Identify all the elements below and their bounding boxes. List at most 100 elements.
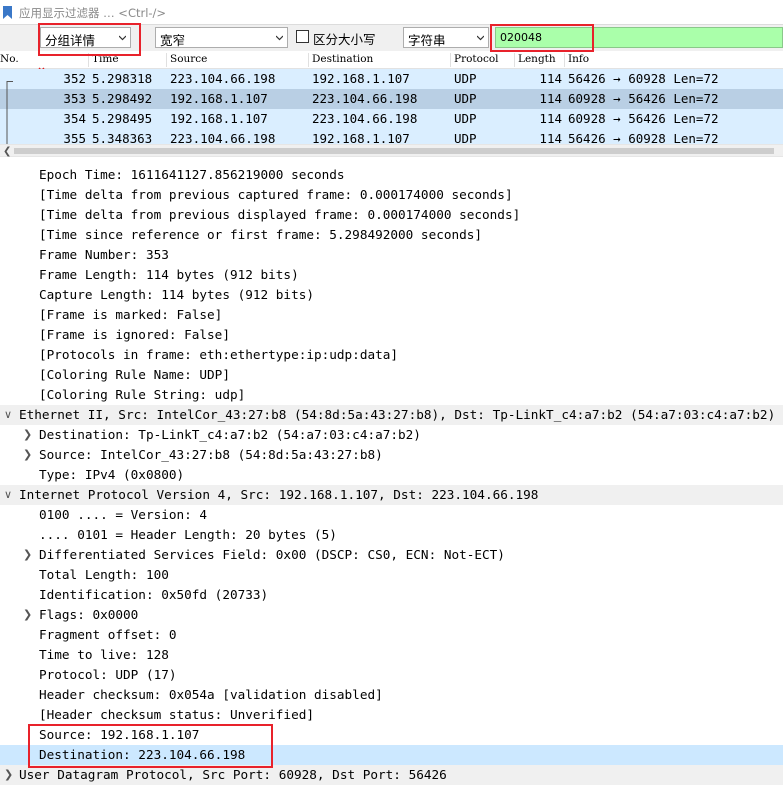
detail-row[interactable]: Identification: 0x50fd (20733) bbox=[0, 585, 783, 605]
detail-row[interactable]: ❯ Flags: 0x0000 bbox=[0, 605, 783, 625]
detail-text: Source: 192.168.1.107 bbox=[39, 727, 200, 742]
detail-row[interactable]: 0100 .... = Version: 4 bbox=[0, 505, 783, 525]
chevron-right-icon[interactable]: ❯ bbox=[23, 545, 32, 565]
detail-text: [Coloring Rule String: udp] bbox=[39, 387, 246, 402]
ethernet-layer-row[interactable]: ∨ Ethernet II, Src: IntelCor_43:27:b8 (5… bbox=[0, 405, 783, 425]
detail-row[interactable]: [Coloring Rule String: udp] bbox=[0, 385, 783, 405]
detail-text: [Time delta from previous captured frame… bbox=[39, 187, 513, 202]
row-length: 114 bbox=[539, 91, 562, 106]
packet-row[interactable]: 352 5.298318 223.104.66.198 192.168.1.10… bbox=[0, 69, 783, 91]
detail-text: Flags: 0x0000 bbox=[39, 607, 139, 622]
display-filter-bar[interactable]: 应用显示过滤器 … <Ctrl-/> bbox=[0, 0, 783, 25]
scrollbar-thumb[interactable] bbox=[14, 148, 774, 154]
col-destination[interactable]: Destination bbox=[312, 53, 373, 65]
col-length[interactable]: Length bbox=[518, 53, 556, 65]
detail-row[interactable]: Frame Number: 353 bbox=[0, 245, 783, 265]
detail-row[interactable]: ❯ Destination: Tp-LinkT_c4:a7:b2 (54:a7:… bbox=[0, 425, 783, 445]
packet-row[interactable]: 354 5.298495 192.168.1.107 223.104.66.19… bbox=[0, 109, 783, 129]
detail-text: Type: IPv4 (0x0800) bbox=[39, 467, 185, 482]
col-info[interactable]: Info bbox=[568, 53, 589, 65]
detail-row[interactable]: Header checksum: 0x054a [validation disa… bbox=[0, 685, 783, 705]
case-sensitive-checkbox[interactable] bbox=[296, 30, 309, 43]
row-source: 192.168.1.107 bbox=[170, 111, 268, 126]
detail-text: Total Length: 100 bbox=[39, 567, 169, 582]
detail-text: .... 0101 = Header Length: 20 bytes (5) bbox=[39, 527, 337, 542]
chevron-right-icon[interactable]: ❯ bbox=[4, 765, 13, 785]
udp-layer-row[interactable]: ❯ User Datagram Protocol, Src Port: 6092… bbox=[0, 765, 783, 785]
detail-text: User Datagram Protocol, Src Port: 60928,… bbox=[19, 767, 447, 782]
col-no[interactable]: No. bbox=[0, 53, 19, 65]
detail-text: Time to live: 128 bbox=[39, 647, 169, 662]
row-no: 354 bbox=[63, 111, 86, 126]
detail-text: [Time delta from previous displayed fram… bbox=[39, 207, 521, 222]
detail-row[interactable]: Source: 192.168.1.107 bbox=[0, 725, 783, 745]
col-source[interactable]: Source bbox=[170, 53, 207, 65]
row-protocol: UDP bbox=[454, 71, 477, 86]
row-no: 352 bbox=[63, 71, 86, 86]
detail-row[interactable]: [Header checksum status: Unverified] bbox=[0, 705, 783, 725]
packet-list-header: No. Time Source Destination Protocol Len… bbox=[0, 51, 783, 69]
detail-row[interactable]: Type: IPv4 (0x0800) bbox=[0, 465, 783, 485]
packet-details-tree[interactable]: Epoch Time: 1611641127.856219000 seconds… bbox=[0, 157, 783, 789]
detail-row[interactable]: [Frame is ignored: False] bbox=[0, 325, 783, 345]
detail-text: [Frame is marked: False] bbox=[39, 307, 223, 322]
search-type-select[interactable]: 字符串 bbox=[403, 27, 489, 48]
detail-text: Source: IntelCor_43:27:b8 (54:8d:5a:43:2… bbox=[39, 447, 383, 462]
detail-row[interactable]: [Coloring Rule Name: UDP] bbox=[0, 365, 783, 385]
detail-row[interactable]: Epoch Time: 1611641127.856219000 seconds bbox=[0, 165, 783, 185]
packet-list[interactable]: No. Time Source Destination Protocol Len… bbox=[0, 51, 783, 146]
chevron-right-icon[interactable]: ❯ bbox=[23, 445, 32, 465]
packet-row-selected[interactable]: 353 5.298492 192.168.1.107 223.104.66.19… bbox=[0, 89, 783, 109]
detail-text: Internet Protocol Version 4, Src: 192.16… bbox=[19, 487, 539, 502]
col-time[interactable]: Time bbox=[92, 53, 119, 65]
packet-list-scrollbar[interactable]: ❮ bbox=[0, 144, 783, 157]
detail-row[interactable]: Time to live: 128 bbox=[0, 645, 783, 665]
detail-text: [Protocols in frame: eth:ethertype:ip:ud… bbox=[39, 347, 399, 362]
row-protocol: UDP bbox=[454, 91, 477, 106]
detail-row[interactable]: Frame Length: 114 bytes (912 bits) bbox=[0, 265, 783, 285]
find-toolbar: 分组详情 宽窄 区分大小写 字符串 020048 bbox=[0, 25, 783, 51]
detail-row-selected[interactable]: Destination: 223.104.66.198 bbox=[0, 745, 783, 765]
detail-row[interactable]: ❯ Source: IntelCor_43:27:b8 (54:8d:5a:43… bbox=[0, 445, 783, 465]
detail-text: Protocol: UDP (17) bbox=[39, 667, 177, 682]
search-input[interactable]: 020048 bbox=[495, 27, 783, 48]
detail-row[interactable]: .... 0101 = Header Length: 20 bytes (5) bbox=[0, 525, 783, 545]
detail-row[interactable]: [Time delta from previous displayed fram… bbox=[0, 205, 783, 225]
detail-row[interactable]: [Time since reference or first frame: 5.… bbox=[0, 225, 783, 245]
search-scope-select[interactable]: 分组详情 bbox=[40, 27, 131, 48]
detail-text: Differentiated Services Field: 0x00 (DSC… bbox=[39, 547, 505, 562]
detail-row[interactable]: Total Length: 100 bbox=[0, 565, 783, 585]
col-protocol[interactable]: Protocol bbox=[454, 53, 499, 65]
detail-row[interactable]: Protocol: UDP (17) bbox=[0, 665, 783, 685]
charset-select[interactable]: 宽窄 bbox=[155, 27, 288, 48]
detail-text: [Header checksum status: Unverified] bbox=[39, 707, 314, 722]
detail-text: Header checksum: 0x054a [validation disa… bbox=[39, 687, 383, 702]
chevron-right-icon[interactable]: ❯ bbox=[23, 425, 32, 445]
detail-row[interactable]: Fragment offset: 0 bbox=[0, 625, 783, 645]
bookmark-icon[interactable] bbox=[3, 6, 12, 19]
detail-text: [Coloring Rule Name: UDP] bbox=[39, 367, 230, 382]
detail-row[interactable]: [Time delta from previous captured frame… bbox=[0, 185, 783, 205]
detail-row[interactable]: ❯ Differentiated Services Field: 0x00 (D… bbox=[0, 545, 783, 565]
row-protocol: UDP bbox=[454, 111, 477, 126]
detail-text: Ethernet II, Src: IntelCor_43:27:b8 (54:… bbox=[19, 407, 776, 422]
chevron-down-icon[interactable]: ∨ bbox=[4, 485, 12, 505]
chevron-right-icon[interactable]: ❯ bbox=[23, 605, 32, 625]
detail-row[interactable]: [Protocols in frame: eth:ethertype:ip:ud… bbox=[0, 345, 783, 365]
charset-value: 宽窄 bbox=[160, 33, 186, 48]
scroll-left-icon[interactable]: ❮ bbox=[3, 146, 11, 157]
related-packet-icon bbox=[6, 89, 8, 109]
row-source: 192.168.1.107 bbox=[170, 91, 268, 106]
display-filter-placeholder: 应用显示过滤器 … <Ctrl-/> bbox=[19, 6, 167, 20]
chevron-down-icon[interactable]: ∨ bbox=[4, 405, 12, 425]
detail-row[interactable]: Capture Length: 114 bytes (912 bits) bbox=[0, 285, 783, 305]
chevron-down-icon bbox=[119, 35, 126, 41]
detail-row[interactable]: [Frame is marked: False] bbox=[0, 305, 783, 325]
row-destination: 223.104.66.198 bbox=[312, 111, 418, 126]
chevron-down-icon bbox=[477, 35, 484, 41]
ip-layer-row[interactable]: ∨ Internet Protocol Version 4, Src: 192.… bbox=[0, 485, 783, 505]
row-destination: 223.104.66.198 bbox=[312, 91, 418, 106]
row-no: 353 bbox=[63, 91, 86, 106]
related-packet-icon bbox=[6, 109, 8, 129]
row-time: 5.298495 bbox=[92, 111, 153, 126]
